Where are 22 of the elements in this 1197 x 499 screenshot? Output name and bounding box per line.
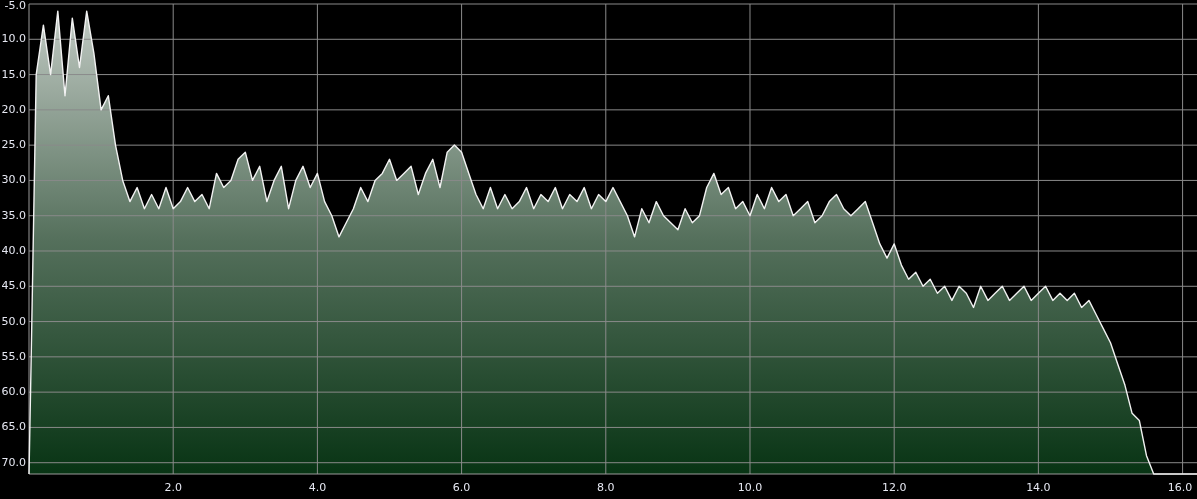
y-axis-tick-label: 35.0 (1, 208, 26, 222)
y-axis-tick-label: 20.0 (1, 102, 26, 116)
x-axis-tick-label: 6.0 (452, 481, 471, 494)
y-axis-tick-label: 25.0 (1, 138, 26, 152)
y-axis-tick-label: 30.0 (1, 173, 26, 187)
y-axis-tick-label: 60.0 (1, 385, 26, 399)
y-axis-tick-label: 40.0 (1, 244, 26, 257)
y-axis-tick-label: 55.0 (1, 349, 26, 363)
x-axis-tick-label: 4.0 (308, 481, 327, 494)
y-axis-tick-label: 70.0 (1, 455, 26, 469)
y-axis-tick-label: 65.0 (1, 420, 26, 434)
y-axis-tick-label: 45.0 (1, 279, 26, 293)
y-axis-tick-label: 50.0 (1, 314, 26, 328)
y-axis-tick-label: -5.0 (4, 0, 26, 12)
x-axis-tick-label: 12.0 (881, 481, 907, 494)
x-axis-tick-label: 16.0 (1167, 481, 1193, 494)
x-axis-tick-label: 2.0 (164, 481, 182, 494)
y-axis-tick-label: 15.0 (1, 67, 26, 81)
x-axis-tick-label: 14.0 (1026, 481, 1051, 494)
x-axis-tick-label: 8.0 (597, 481, 615, 494)
y-axis-tick-label: 10.0 (1, 32, 26, 46)
x-axis-tick-label: 10.0 (737, 481, 763, 494)
